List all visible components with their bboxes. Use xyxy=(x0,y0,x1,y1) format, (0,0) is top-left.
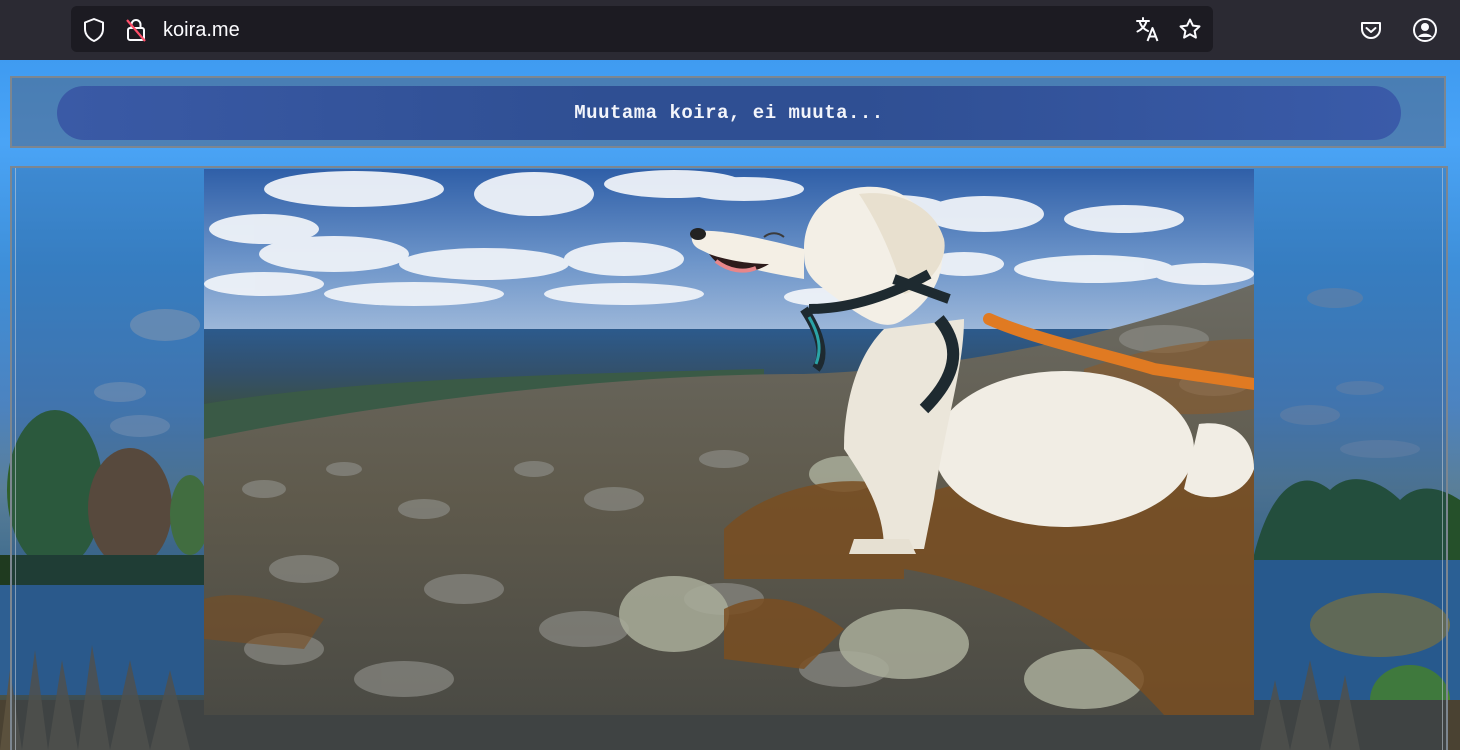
header-frame: Muutama koira, ei muuta... xyxy=(10,76,1446,148)
tracking-protection-shield-icon[interactable] xyxy=(82,17,106,43)
translate-icon[interactable] xyxy=(1135,16,1161,44)
account-icon[interactable] xyxy=(1412,17,1438,43)
insecure-connection-icon[interactable] xyxy=(124,17,148,43)
header-banner: Muutama koira, ei muuta... xyxy=(57,86,1401,140)
browser-toolbar: koira.me xyxy=(0,0,1460,60)
address-bar[interactable] xyxy=(71,6,1213,52)
pocket-icon[interactable] xyxy=(1359,18,1383,42)
page-title: Muutama koira, ei muuta... xyxy=(574,102,884,124)
url-text[interactable]: koira.me xyxy=(163,17,240,43)
bookmark-star-icon[interactable] xyxy=(1178,17,1202,41)
dog-photo xyxy=(204,169,1254,715)
page-viewport: Muutama koira, ei muuta... xyxy=(0,60,1460,750)
